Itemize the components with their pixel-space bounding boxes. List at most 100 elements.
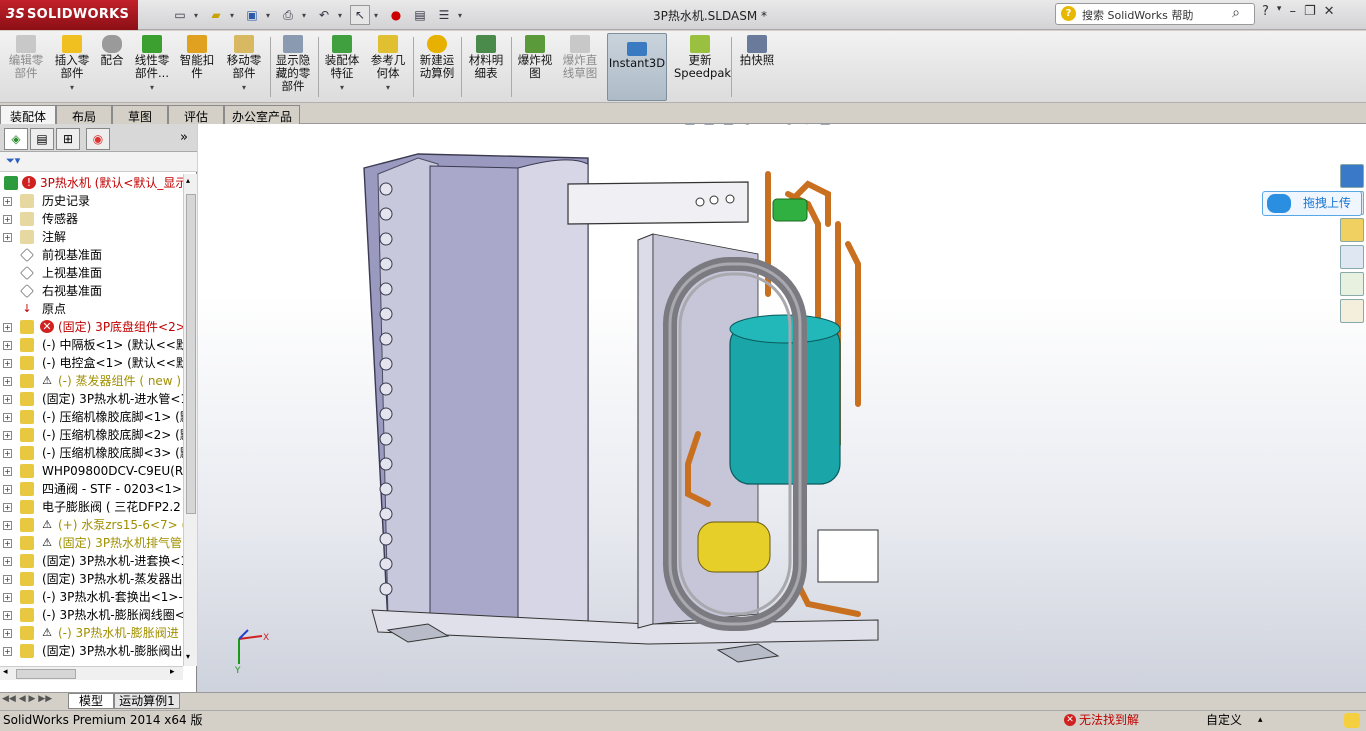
smart-fasteners-button[interactable]: 智能扣件 [176,33,218,101]
zoom-to-fit-icon[interactable]: ⊕ [630,124,640,126]
restore-viewport-icon[interactable]: ❐ [1288,124,1298,125]
reference-geometry-button[interactable]: 参考几何体 ▾ [366,33,410,101]
options-icon[interactable]: ☰ [434,5,454,25]
help-menu-icon[interactable]: ? [1262,4,1269,19]
view-orientation-icon[interactable]: ◰ [723,124,734,126]
drag-upload-button[interactable]: 拖拽上传 [1262,191,1362,216]
edit-component-button[interactable]: 编辑零部件 [4,33,48,101]
tab-office-products[interactable]: 办公室产品 [224,105,300,124]
explode-line-sketch-button[interactable]: 爆炸直线草图 [558,33,602,101]
scroll-right-icon[interactable]: ▸ [170,667,175,677]
expand-toggle-icon[interactable]: + [3,575,12,584]
zoom-to-area-icon[interactable]: ⊞ [648,124,658,126]
move-component-button[interactable]: 移动零部件 ▾ [222,33,266,101]
rebuild-error-icon[interactable]: ✕ [1064,714,1076,726]
display-style-icon[interactable]: ◑ [742,124,752,126]
resources-tab-icon[interactable] [1340,164,1364,188]
tree-node[interactable]: + ⚠ (+) 水泵zrs15-6<7> ( [0,516,183,534]
tab-motion-study-1[interactable]: 运动算例1 [114,693,180,709]
scroll-down-icon[interactable]: ▾ [186,652,190,661]
expand-toggle-icon[interactable]: + [3,215,12,224]
previous-view-icon[interactable]: ↺ [666,124,676,126]
tree-node[interactable]: + (固定) 3P热水机-蒸发器出 [0,570,183,588]
tree-node[interactable]: 上视基准面 [0,264,183,282]
scroll-up-icon[interactable]: ▴ [186,176,190,185]
expand-panel-icon[interactable]: » [180,130,188,145]
tab-evaluate[interactable]: 评估 [168,105,224,124]
help-dropdown-icon[interactable]: ▾ [1277,4,1282,19]
instant3d-button[interactable]: Instant3D [607,33,667,101]
expand-toggle-icon[interactable]: + [3,197,12,206]
tree-node[interactable]: + (-) 电控盒<1> (默认<<默 [0,354,183,372]
options-dropdown-icon[interactable]: ▾ [458,5,466,25]
file-properties-icon[interactable]: ▤ [410,5,430,25]
save-dropdown-icon[interactable]: ▾ [266,5,274,25]
new-document-icon[interactable]: ▭ [170,5,190,25]
expand-toggle-icon[interactable]: + [3,485,12,494]
expand-toggle-icon[interactable]: + [3,359,12,368]
insert-component-button[interactable]: 插入零部件 ▾ [52,33,92,101]
tree-node[interactable]: 右视基准面 [0,282,183,300]
bill-of-materials-button[interactable]: 材料明细表 [464,33,508,101]
appearances-tab-icon[interactable] [1340,272,1364,296]
expand-toggle-icon[interactable]: + [3,233,12,242]
undo-dropdown-icon[interactable]: ▾ [338,5,346,25]
tree-horizontal-scrollbar[interactable]: ◂ ▸ [0,666,183,680]
expand-toggle-icon[interactable]: + [3,413,12,422]
tab-nav-arrows[interactable]: ◀◀ ◀ ▶ ▶▶ [2,694,52,704]
heat-pump-3d-model[interactable] [358,144,918,684]
tree-node[interactable]: + 注解 [0,228,183,246]
dynamic-annotation-icon[interactable]: ▤ [704,124,715,126]
tree-node[interactable]: + ⚠ (-) 蒸发器组件 ( new ) [0,372,183,390]
expand-toggle-icon[interactable]: + [3,629,12,638]
print-dropdown-icon[interactable]: ▾ [302,5,310,25]
expand-toggle-icon[interactable]: + [3,521,12,530]
expand-toggle-icon[interactable]: + [3,647,12,656]
section-view-icon[interactable]: ◧ [684,124,695,126]
tab-assembly[interactable]: 装配体 [0,105,56,125]
tree-node[interactable]: + 四通阀 - STF - 0203<1> ( [0,480,183,498]
tree-node[interactable]: + (-) 中隔板<1> (默认<<默 [0,336,183,354]
apply-scene-icon[interactable]: ◆ [802,124,811,126]
open-folder-icon[interactable]: ▰ [206,5,226,25]
close-icon[interactable]: ✕ [1324,4,1335,19]
tree-node[interactable]: 前视基准面 [0,246,183,264]
rebuild-traffic-light-icon[interactable]: ● [386,5,406,25]
tree-node[interactable]: + 电子膨胀阀 ( 三花DFP2.2 [0,498,183,516]
update-speedpak-button[interactable]: 更新Speedpak [672,33,731,101]
tab-sketch[interactable]: 草图 [112,105,168,124]
tree-node[interactable]: ! 3P热水机 (默认<默认_显示 [0,174,183,192]
file-explorer-tab-icon[interactable] [1340,218,1364,242]
scroll-left-icon[interactable]: ◂ [3,667,8,677]
restore-icon[interactable]: ❐ [1304,4,1316,19]
expand-toggle-icon[interactable]: + [3,467,12,476]
expand-toggle-icon[interactable]: + [3,341,12,350]
tree-node[interactable]: + (固定) 3P热水机-进水管<1 [0,390,183,408]
tree-node[interactable]: + (固定) 3P热水机-膨胀阀出 [0,642,183,660]
select-dropdown-icon[interactable]: ▾ [374,5,382,25]
units-dropdown-icon[interactable]: ▴ [1258,711,1263,730]
display-manager-tab-icon[interactable]: ◉ [86,128,110,150]
new-dropdown-icon[interactable]: ▾ [194,5,202,25]
new-motion-study-button[interactable]: 新建运动算例 [416,33,458,101]
view-settings-icon[interactable]: ▣ [820,124,831,126]
tree-node[interactable]: + ⚠ (-) 3P热水机-膨胀阀进 [0,624,183,642]
linear-pattern-button[interactable]: 线性零部件... ▾ [132,33,172,101]
minimize-viewport-icon[interactable]: – [1274,124,1280,125]
take-snapshot-button[interactable]: 拍快照 [735,33,779,101]
tree-node[interactable]: + (-) 压缩机橡胶底脚<1> (默 [0,408,183,426]
undo-icon[interactable]: ↶ [314,5,334,25]
expand-toggle-icon[interactable]: + [3,395,12,404]
show-hidden-components-button[interactable]: 显示隐藏的零部件 [273,33,313,101]
help-search-input[interactable]: ? 搜索 SolidWorks 帮助 ⌕ [1055,3,1255,25]
custom-units-selector[interactable]: 自定义 [1206,711,1242,730]
tree-node[interactable]: + (-) 压缩机橡胶底脚<2> (默 [0,426,183,444]
tree-hscroll-thumb[interactable] [16,669,76,679]
view-palette-tab-icon[interactable] [1340,245,1364,269]
solidworks-logo[interactable]: 3S SOLIDWORKS [0,0,138,30]
tree-node[interactable]: + 历史记录 [0,192,183,210]
tree-node[interactable]: + ⚠ (固定) 3P热水机排气管 [0,534,183,552]
select-cursor-icon[interactable]: ↖ [350,5,370,25]
tree-node[interactable]: + (-) 3P热水机-膨胀阀线圈< [0,606,183,624]
tree-scroll-thumb[interactable] [186,194,196,514]
